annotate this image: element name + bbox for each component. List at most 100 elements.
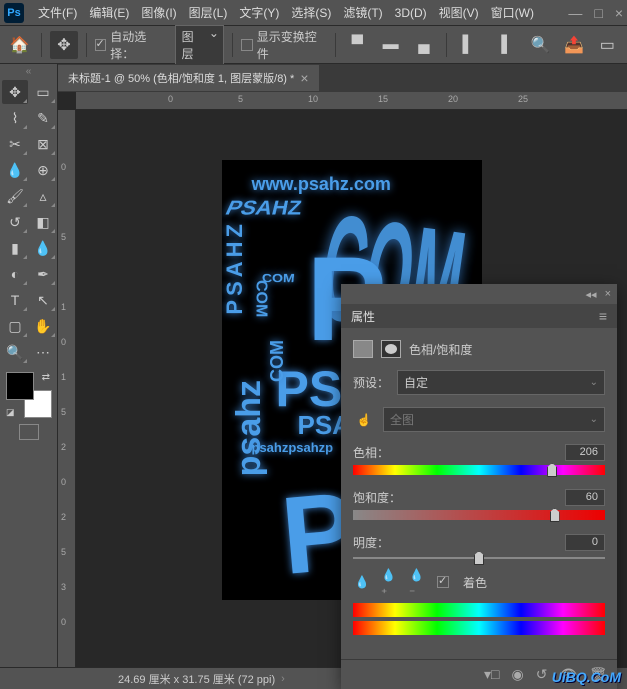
quick-select-tool[interactable]: ✎ <box>30 106 56 130</box>
hue-value[interactable]: 206 <box>565 444 605 461</box>
adjustment-name: 色相/饱和度 <box>409 341 472 358</box>
hue-slider-row: 色相： 206 <box>353 444 605 475</box>
saturation-slider-row: 饱和度： 60 <box>353 489 605 520</box>
move-tool[interactable]: ✥ <box>2 80 28 104</box>
color-swatches[interactable]: ⇄ ◪ <box>6 372 52 418</box>
menu-image[interactable]: 图像(I) <box>135 1 182 24</box>
panel-tab[interactable]: 属性 ≡ <box>341 304 617 328</box>
document-tab[interactable]: 未标题-1 @ 50% (色相/饱和度 1, 图层蒙版/8) * × <box>58 65 319 91</box>
auto-select-checkbox[interactable]: 自动选择： <box>95 28 169 62</box>
eyedropper-add-icon: 💧₊ <box>381 573 399 591</box>
align-bottom-icon[interactable]: ▄ <box>410 31 437 59</box>
menu-file[interactable]: 文件(F) <box>32 1 83 24</box>
preset-select[interactable]: 自定⌄ <box>397 370 605 395</box>
status-menu-icon[interactable]: › <box>281 673 285 685</box>
quickshare-icon[interactable]: 📤 <box>560 31 587 59</box>
default-colors-icon[interactable]: ◪ <box>6 407 15 418</box>
spectrum-after <box>353 621 605 635</box>
reset-icon[interactable]: ↺ <box>536 666 548 683</box>
eyedropper-tool[interactable]: 💧 <box>2 158 28 182</box>
edit-mode-toggle[interactable] <box>2 424 55 440</box>
crop-tool[interactable]: ✂ <box>2 132 28 156</box>
colorize-label: 着色 <box>463 574 487 591</box>
lightness-value[interactable]: 0 <box>565 534 605 551</box>
finger-scrub-icon[interactable]: ☝ <box>353 413 375 427</box>
history-brush-tool[interactable]: ↺ <box>2 210 28 234</box>
hue-label: 色相： <box>353 444 389 461</box>
menu-filter[interactable]: 滤镜(T) <box>337 1 388 24</box>
maximize-icon[interactable]: □ <box>594 5 602 21</box>
search-icon[interactable]: 🔍 <box>527 31 554 59</box>
auto-select-target[interactable]: 图层 <box>175 25 224 65</box>
ruler-horizontal[interactable]: 0 5 10 15 20 25 <box>76 92 627 110</box>
panel-tab-label: 属性 <box>351 308 375 325</box>
menu-layer[interactable]: 图层(L) <box>183 1 234 24</box>
menu-edit[interactable]: 编辑(E) <box>83 1 135 24</box>
brush-tool[interactable]: 🖌 <box>2 184 28 208</box>
path-select-tool[interactable]: ↖ <box>30 288 56 312</box>
saturation-value[interactable]: 60 <box>565 489 605 506</box>
panel-collapse-icon[interactable]: ◂◂ <box>586 288 597 301</box>
align-left-icon[interactable]: ▌ <box>455 31 482 59</box>
lasso-tool[interactable]: ⌇ <box>2 106 28 130</box>
preset-label: 预设： <box>353 374 389 391</box>
standard-mode-icon[interactable] <box>19 424 39 440</box>
menubar: Ps 文件(F) 编辑(E) 图像(I) 图层(L) 文字(Y) 选择(S) 滤… <box>0 0 627 26</box>
show-transform-checkbox[interactable]: 显示变换控件 <box>241 28 327 62</box>
ruler-vertical[interactable]: 0 5 1 0 1 5 2 0 2 5 3 0 <box>58 110 76 667</box>
document-tab-title: 未标题-1 @ 50% (色相/饱和度 1, 图层蒙版/8) * <box>68 70 294 86</box>
channel-select: 全图⌄ <box>383 407 605 432</box>
spectrum-before <box>353 603 605 617</box>
adjustment-type-icon <box>353 340 373 358</box>
panel-close-icon[interactable]: × <box>605 288 611 300</box>
toolbox-collapse-icon[interactable]: « <box>2 66 55 80</box>
marquee-tool[interactable]: ▭ <box>30 80 56 104</box>
close-icon[interactable]: × <box>615 5 623 21</box>
toolbox: « ✥ ▭ ⌇ ✎ ✂ ⊠ 💧 ⊕ 🖌 ▵ ↺ ◧ ▮ 💧 ◐ ✒ T ↖ ▢ … <box>0 64 58 667</box>
workspace-icon[interactable]: ▭ <box>594 31 621 59</box>
align-vcenter-icon[interactable]: ▬ <box>377 31 404 59</box>
lightness-slider[interactable] <box>353 557 605 559</box>
saturation-slider[interactable] <box>353 510 605 520</box>
swap-colors-icon[interactable]: ⇄ <box>42 372 50 383</box>
view-previous-icon[interactable]: ◉ <box>511 666 523 683</box>
layer-mask-icon[interactable] <box>381 340 401 358</box>
ps-logo: Ps <box>4 3 24 23</box>
shape-tool[interactable]: ▢ <box>2 314 28 338</box>
home-icon[interactable]: 🏠 <box>6 31 33 59</box>
clip-to-layer-icon[interactable]: ▾□ <box>484 666 499 683</box>
panel-menu-icon[interactable]: ≡ <box>599 308 607 324</box>
lightness-label: 明度： <box>353 534 389 551</box>
lightness-slider-row: 明度： 0 <box>353 534 605 559</box>
eyedropper-set-icon[interactable]: 💧 <box>353 573 371 591</box>
pen-tool[interactable]: ✒ <box>30 262 56 286</box>
eraser-tool[interactable]: ◧ <box>30 210 56 234</box>
foreground-color[interactable] <box>6 372 34 400</box>
move-tool-icon[interactable]: ✥ <box>50 31 77 59</box>
align-top-icon[interactable]: ▀ <box>344 31 371 59</box>
colorize-checkbox[interactable] <box>437 576 449 588</box>
edit-toolbar[interactable]: ⋯ <box>30 340 56 364</box>
stamp-tool[interactable]: ▵ <box>30 184 56 208</box>
gradient-tool[interactable]: ▮ <box>2 236 28 260</box>
blur-tool[interactable]: 💧 <box>30 236 56 260</box>
dodge-tool[interactable]: ◐ <box>2 262 28 286</box>
minimize-icon[interactable]: — <box>568 5 582 21</box>
hand-tool[interactable]: ✋ <box>30 314 56 338</box>
saturation-label: 饱和度： <box>353 489 401 506</box>
properties-panel: ◂◂ × 属性 ≡ 色相/饱和度 预设： 自定⌄ ☝ 全图⌄ 色相： 206 <box>341 284 617 689</box>
menu-3d[interactable]: 3D(D) <box>389 3 433 23</box>
watermark: UiBQ.CoM <box>552 669 621 685</box>
frame-tool[interactable]: ⊠ <box>30 132 56 156</box>
zoom-tool[interactable]: 🔍 <box>2 340 28 364</box>
menu-type[interactable]: 文字(Y) <box>233 1 285 24</box>
align-hcenter-icon[interactable]: ▐ <box>488 31 515 59</box>
healing-tool[interactable]: ⊕ <box>30 158 56 182</box>
menu-window[interactable]: 窗口(W) <box>485 1 540 24</box>
close-tab-icon[interactable]: × <box>300 70 308 86</box>
hue-slider[interactable] <box>353 465 605 475</box>
status-text: 24.69 厘米 x 31.75 厘米 (72 ppi) <box>118 671 275 687</box>
menu-select[interactable]: 选择(S) <box>285 1 337 24</box>
menu-view[interactable]: 视图(V) <box>433 1 485 24</box>
type-tool[interactable]: T <box>2 288 28 312</box>
